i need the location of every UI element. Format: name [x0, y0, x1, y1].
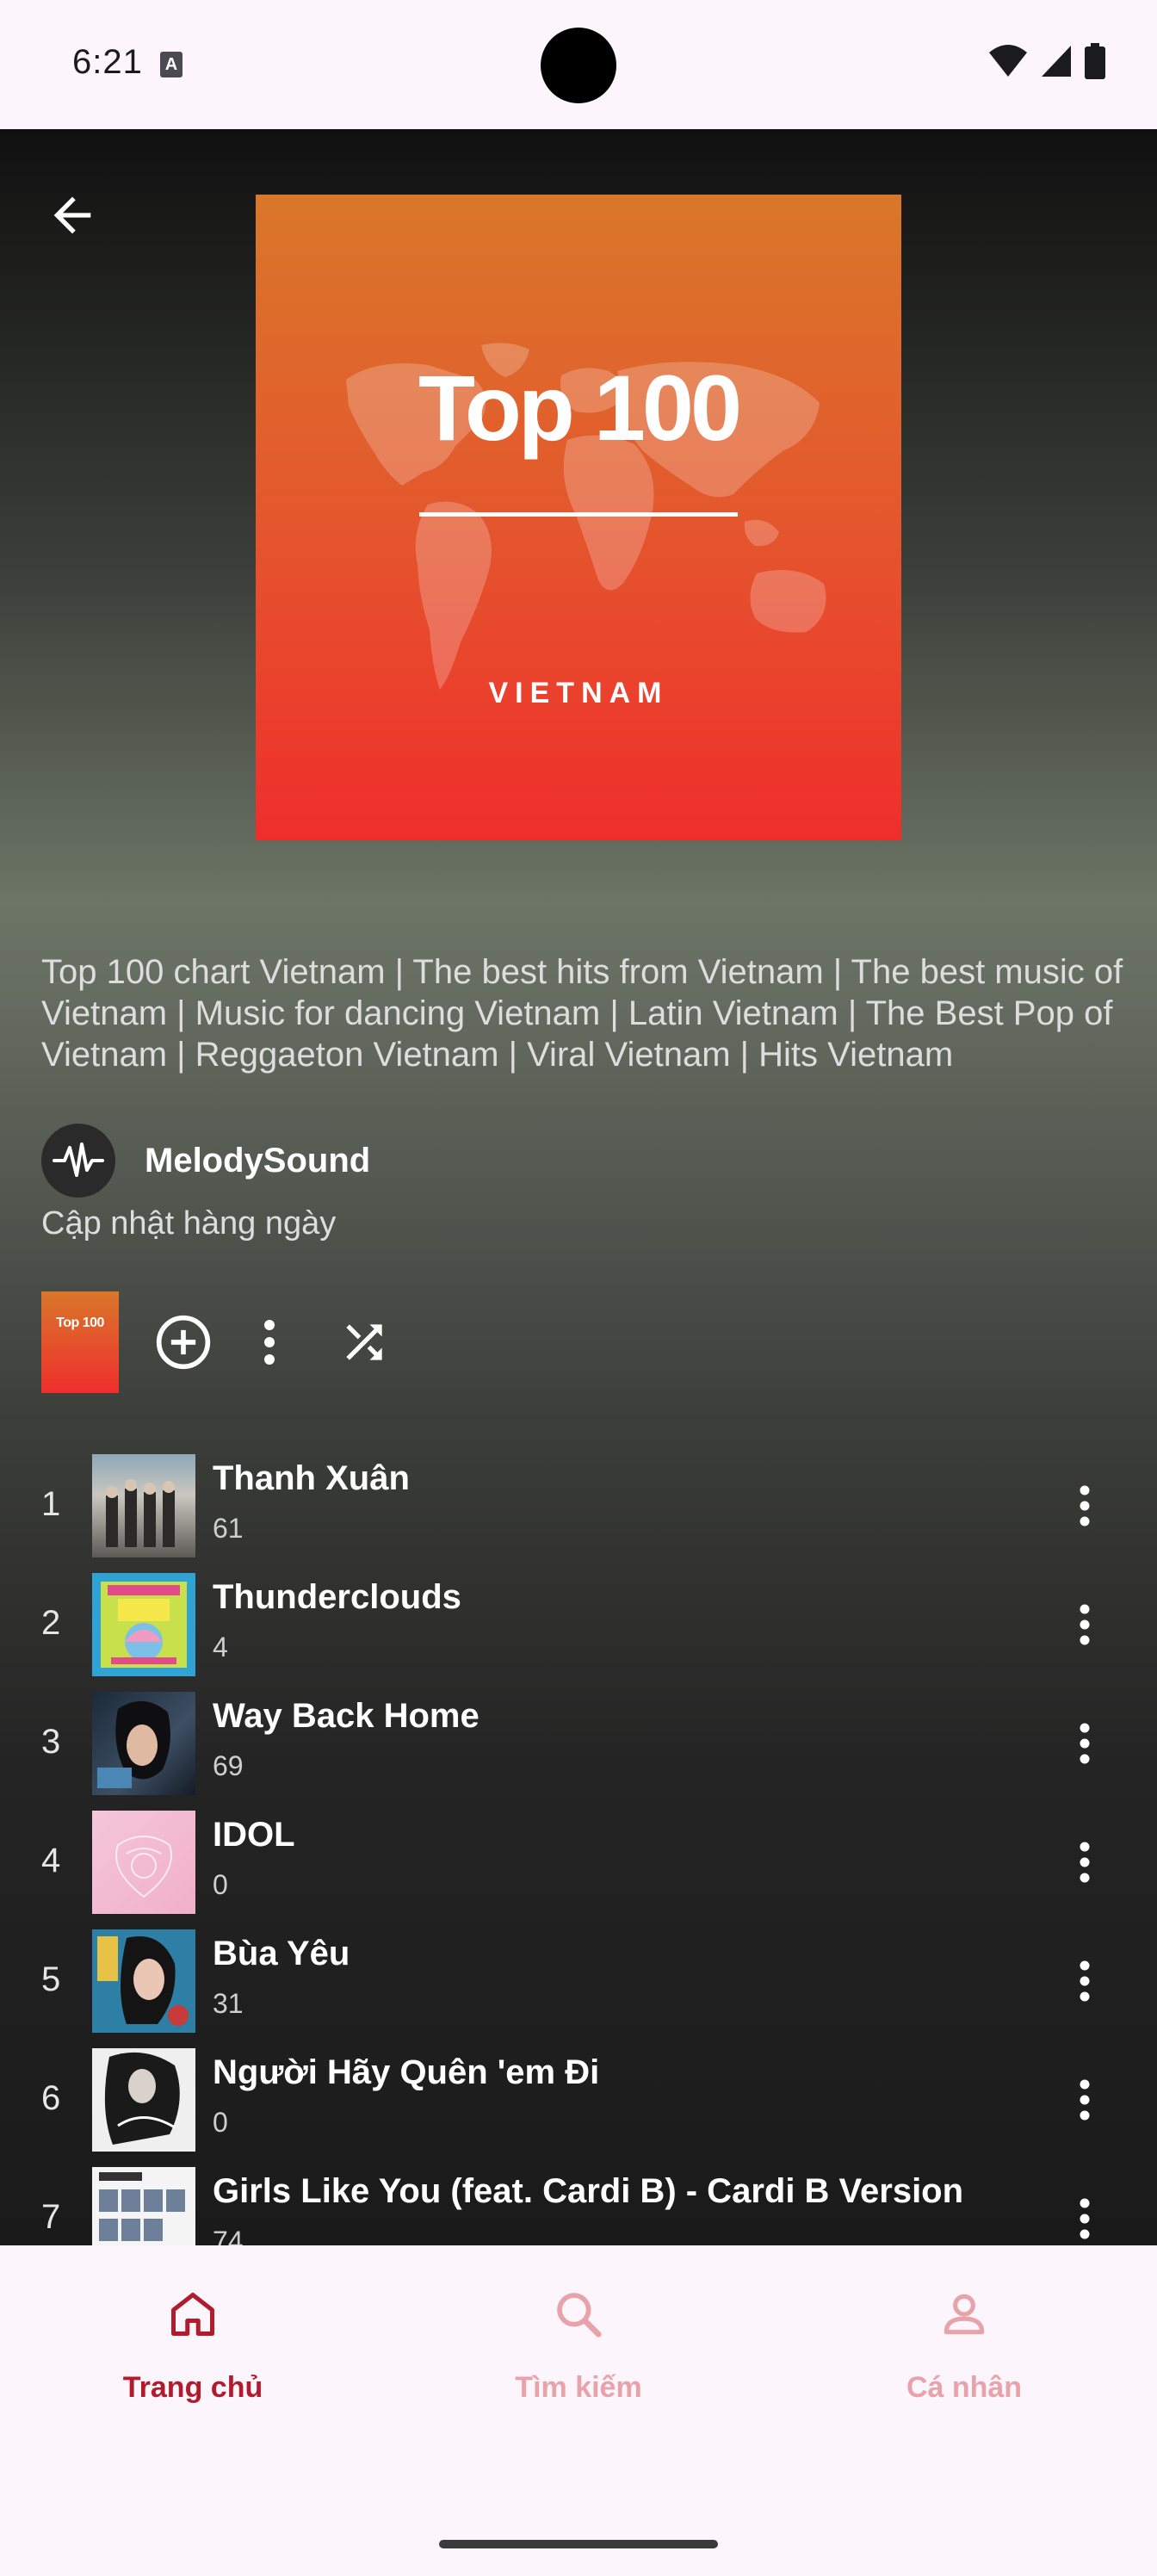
- playlist-description: Top 100 chart Vietnam | The best hits fr…: [41, 953, 1123, 1074]
- wifi-icon: [989, 45, 1027, 77]
- update-frequency: Cập nhật hàng ngày: [41, 1205, 337, 1242]
- track-title: Người Hãy Quên 'em Đi: [213, 2053, 600, 2091]
- track-artwork: [92, 2167, 195, 2245]
- world-map-graphic: [346, 343, 826, 690]
- cover-divider: [419, 512, 738, 517]
- mini-cover-title: Top 100: [56, 1316, 104, 1330]
- track-artwork: [92, 1692, 195, 1795]
- track-rank: 5: [41, 1960, 61, 1998]
- track-row[interactable]: 5 Bùa Yêu 31: [0, 1926, 1157, 2045]
- track-artwork: [92, 1811, 195, 1914]
- more-vert-icon: [1080, 1604, 1090, 1645]
- track-more-button[interactable]: [1059, 1590, 1111, 1659]
- download-cover-thumbnail[interactable]: Top 100: [41, 1291, 119, 1393]
- track-play-count: 74: [213, 2226, 244, 2245]
- status-bar: 6:21 A: [0, 0, 1157, 129]
- track-title: Thunderclouds: [213, 1578, 461, 1616]
- waveform-icon: [53, 1142, 104, 1177]
- track-artwork: [92, 1454, 195, 1557]
- track-rank: 7: [41, 2198, 61, 2236]
- nav-label-search: Tìm kiếm: [515, 2371, 642, 2404]
- nav-label-home: Trang chủ: [122, 2371, 263, 2404]
- more-vert-icon: [264, 1320, 275, 1365]
- gesture-handle[interactable]: [439, 2540, 718, 2548]
- track-row[interactable]: 2 Thunderclouds 4: [0, 1570, 1157, 1688]
- track-more-button[interactable]: [1059, 1947, 1111, 2016]
- more-vert-icon: [1080, 1842, 1090, 1883]
- more-options-button[interactable]: [239, 1303, 300, 1381]
- creator-avatar[interactable]: [41, 1124, 115, 1198]
- arrow-left-icon: [53, 196, 91, 234]
- track-row[interactable]: 1 Thanh Xuân 61: [0, 1451, 1157, 1570]
- add-circle-icon: [156, 1315, 211, 1370]
- track-title: Girls Like You (feat. Cardi B) - Cardi B…: [213, 2172, 964, 2210]
- more-vert-icon: [1080, 1723, 1090, 1764]
- back-button[interactable]: [38, 181, 107, 250]
- playlist-content[interactable]: Top 100 VIETNAM Top 100 chart Vietnam | …: [0, 129, 1157, 2245]
- track-title: Bùa Yêu: [213, 1935, 350, 1972]
- action-row: Top 100: [41, 1291, 403, 1393]
- cover-title: Top 100: [418, 356, 742, 460]
- playlist-cover: Top 100 VIETNAM: [256, 195, 901, 840]
- add-to-library-button[interactable]: [145, 1303, 222, 1381]
- person-icon: [944, 2294, 985, 2335]
- track-title: Thanh Xuân: [213, 1459, 410, 1497]
- track-play-count: 61: [213, 1513, 244, 1544]
- camera-cutout: [541, 28, 616, 103]
- cover-subtitle: VIETNAM: [488, 677, 669, 709]
- track-artwork: [92, 2048, 195, 2152]
- home-icon: [171, 2293, 214, 2336]
- track-rank: 2: [41, 1604, 61, 1642]
- track-more-button[interactable]: [1059, 1709, 1111, 1778]
- more-vert-icon: [1080, 2079, 1090, 2121]
- nav-item-profile[interactable]: Cá nhân: [771, 2280, 1157, 2405]
- signal-icon: [1042, 46, 1071, 77]
- status-time: 6:21: [72, 43, 143, 81]
- track-more-button[interactable]: [1059, 2184, 1111, 2245]
- track-more-button[interactable]: [1059, 1828, 1111, 1897]
- track-artwork: [92, 1573, 195, 1676]
- track-play-count: 0: [213, 1869, 228, 1900]
- track-row[interactable]: 3 Way Back Home 69: [0, 1688, 1157, 1807]
- track-row[interactable]: 7 Girls Like You (feat. Cardi B) - Cardi…: [0, 2164, 1157, 2245]
- nav-label-profile: Cá nhân: [906, 2371, 1023, 2404]
- more-vert-icon: [1080, 2198, 1090, 2239]
- nav-item-home[interactable]: Trang chủ: [0, 2280, 386, 2405]
- status-icons: [988, 43, 1105, 79]
- track-rank: 6: [41, 2079, 61, 2117]
- track-more-button[interactable]: [1059, 2065, 1111, 2134]
- bottom-navigation: Trang chủ Tìm kiếm Cá nhân: [0, 2245, 1157, 2576]
- search-icon: [557, 2293, 602, 2338]
- track-title: Way Back Home: [213, 1697, 480, 1735]
- creator-row[interactable]: MelodySound: [41, 1124, 370, 1198]
- more-vert-icon: [1080, 1485, 1090, 1526]
- track-play-count: 69: [213, 1750, 244, 1781]
- track-rank: 1: [41, 1485, 61, 1523]
- track-artwork: [92, 1929, 195, 2033]
- more-vert-icon: [1080, 1960, 1090, 2002]
- track-rank: 4: [41, 1842, 61, 1879]
- track-more-button[interactable]: [1059, 1471, 1111, 1540]
- track-rank: 3: [41, 1723, 61, 1761]
- track-title: IDOL: [213, 1816, 295, 1854]
- track-row[interactable]: 4 IDOL 0: [0, 1807, 1157, 1926]
- a-icon: A: [160, 52, 183, 77]
- track-row[interactable]: 6 Người Hãy Quên 'em Đi 0: [0, 2045, 1157, 2164]
- shuffle-icon: [346, 1324, 382, 1360]
- track-play-count: 4: [213, 1632, 228, 1663]
- battery-icon: [1085, 43, 1105, 79]
- shuffle-button[interactable]: [325, 1303, 403, 1381]
- track-play-count: 31: [213, 1988, 244, 2019]
- track-play-count: 0: [213, 2107, 228, 2138]
- nav-item-search[interactable]: Tìm kiếm: [386, 2280, 771, 2405]
- creator-name[interactable]: MelodySound: [145, 1142, 370, 1180]
